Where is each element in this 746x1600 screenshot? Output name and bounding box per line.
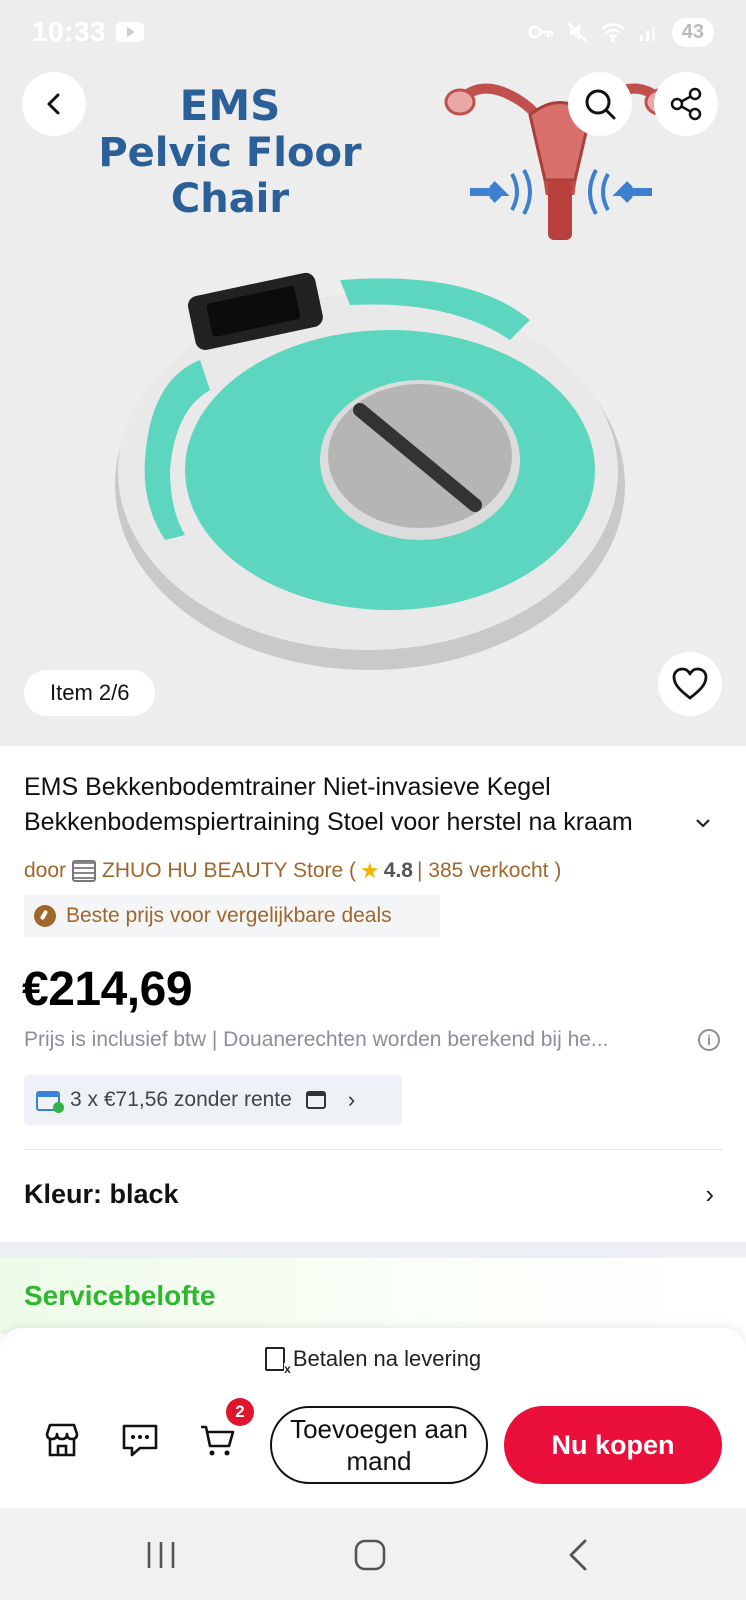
mute-icon: [566, 22, 587, 42]
pelvic-floor-chair-image: [115, 272, 625, 670]
battery-indicator: 43: [671, 17, 714, 47]
installments-option[interactable]: 3 x €71,56 zonder rente ›: [24, 1075, 402, 1125]
store-prefix: door: [24, 859, 67, 882]
calendar-icon: [36, 1088, 64, 1113]
payment-plan-icon: [305, 1091, 326, 1109]
store-link[interactable]: door ZHUO HU BEAUTY Store ( ★ 4.8 | 385 …: [24, 858, 561, 884]
anatomy-illustration: [444, 83, 676, 240]
service-promise-title: Servicebelofte: [24, 1280, 216, 1311]
share-button[interactable]: [654, 72, 718, 136]
status-bar: 10:33 43: [0, 0, 746, 64]
hero-title-line1: EMS: [179, 81, 281, 130]
chevron-right-icon: ›: [347, 1087, 356, 1112]
action-row: 2 Toevoegen aan mand Nu kopen: [0, 1398, 746, 1488]
color-selector[interactable]: Kleur: black ›: [24, 1174, 722, 1214]
back-arrow-icon: [569, 1539, 587, 1571]
store-logo-icon: [72, 860, 97, 882]
search-icon: [585, 89, 616, 120]
tax-note: Prijs is inclusief btw | Douanerechten w…: [24, 1028, 724, 1052]
chat-icon: [122, 1424, 158, 1457]
chevron-left-icon: [47, 93, 60, 115]
tag-icon: [34, 905, 56, 927]
store-name: ZHUO HU BEAUTY Store (: [102, 859, 357, 882]
back-button[interactable]: [22, 72, 86, 136]
pay-after-delivery-text: Betalen na levering: [292, 1346, 482, 1371]
pay-after-delivery-icon: [264, 1347, 291, 1375]
expand-title-button[interactable]: [692, 808, 714, 838]
status-icons: 43: [528, 17, 714, 47]
cart-icon: [201, 1425, 235, 1456]
system-back-button[interactable]: [548, 1530, 608, 1580]
status-time: 10:33: [32, 16, 107, 47]
chevron-down-icon: [696, 819, 710, 828]
store-icon: [45, 1423, 79, 1457]
product-price: €214,69: [22, 963, 193, 1016]
heart-icon: [672, 667, 708, 700]
chevron-right-icon: ›: [705, 1178, 714, 1209]
cart-count-badge: 2: [226, 1398, 254, 1426]
best-price-badge[interactable]: Beste prijs voor vergelijkbare deals: [24, 895, 440, 937]
recent-apps-button[interactable]: [131, 1530, 191, 1580]
system-navigation-bar: [0, 1508, 746, 1600]
home-button[interactable]: [340, 1530, 400, 1580]
chat-button[interactable]: [118, 1418, 162, 1462]
store-button[interactable]: [40, 1418, 84, 1462]
info-icon[interactable]: i: [698, 1029, 720, 1051]
buy-now-button[interactable]: Nu kopen: [504, 1406, 722, 1484]
tax-note-text: Prijs is inclusief btw | Douanerechten w…: [24, 1028, 609, 1051]
service-promise-section[interactable]: Servicebelofte: [0, 1258, 746, 1334]
search-button[interactable]: [568, 72, 632, 136]
divider: [24, 1149, 722, 1150]
wifi-icon: [600, 23, 625, 42]
wishlist-button[interactable]: [658, 652, 722, 716]
color-label: Kleur: black: [24, 1178, 179, 1209]
home-icon: [354, 1539, 386, 1571]
product-title-line1: EMS Bekkenbodemtrainer Niet-invasieve Ke…: [24, 773, 551, 801]
section-separator: [0, 1242, 746, 1258]
hero-title: EMS Pelvic Floor Chair: [40, 81, 420, 223]
youtube-icon: [116, 22, 145, 42]
hero-title-line2: Pelvic Floor Chair: [98, 130, 362, 223]
best-price-text: Beste prijs voor vergelijkbare deals: [66, 904, 392, 927]
bottom-action-bar: Betalen na levering 2 Toevoegen aan mand…: [0, 1328, 746, 1508]
recent-apps-icon: [147, 1542, 175, 1568]
product-title-block: EMS Bekkenbodemtrainer Niet-invasieve Ke…: [24, 770, 724, 840]
product-image-carousel[interactable]: 10:33 43 EMS Pelvic Floor Chair Item 2/6: [0, 0, 746, 746]
store-rating: 4.8: [383, 859, 413, 882]
store-sold-count: | 385 verkocht ): [416, 859, 562, 882]
product-title-line2: Bekkenbodemspiertraining Stoel voor hers…: [24, 808, 633, 836]
pay-after-delivery-banner[interactable]: Betalen na levering: [0, 1328, 746, 1390]
installments-text: 3 x €71,56 zonder rente: [70, 1088, 292, 1111]
star-icon: ★: [360, 858, 380, 883]
share-icon: [670, 87, 702, 121]
product-title[interactable]: EMS Bekkenbodemtrainer Niet-invasieve Ke…: [24, 770, 714, 840]
signal-icon: [639, 27, 655, 41]
add-to-cart-button[interactable]: Toevoegen aan mand: [270, 1406, 488, 1484]
image-counter: Item 2/6: [24, 670, 156, 716]
key-icon: [528, 25, 553, 39]
